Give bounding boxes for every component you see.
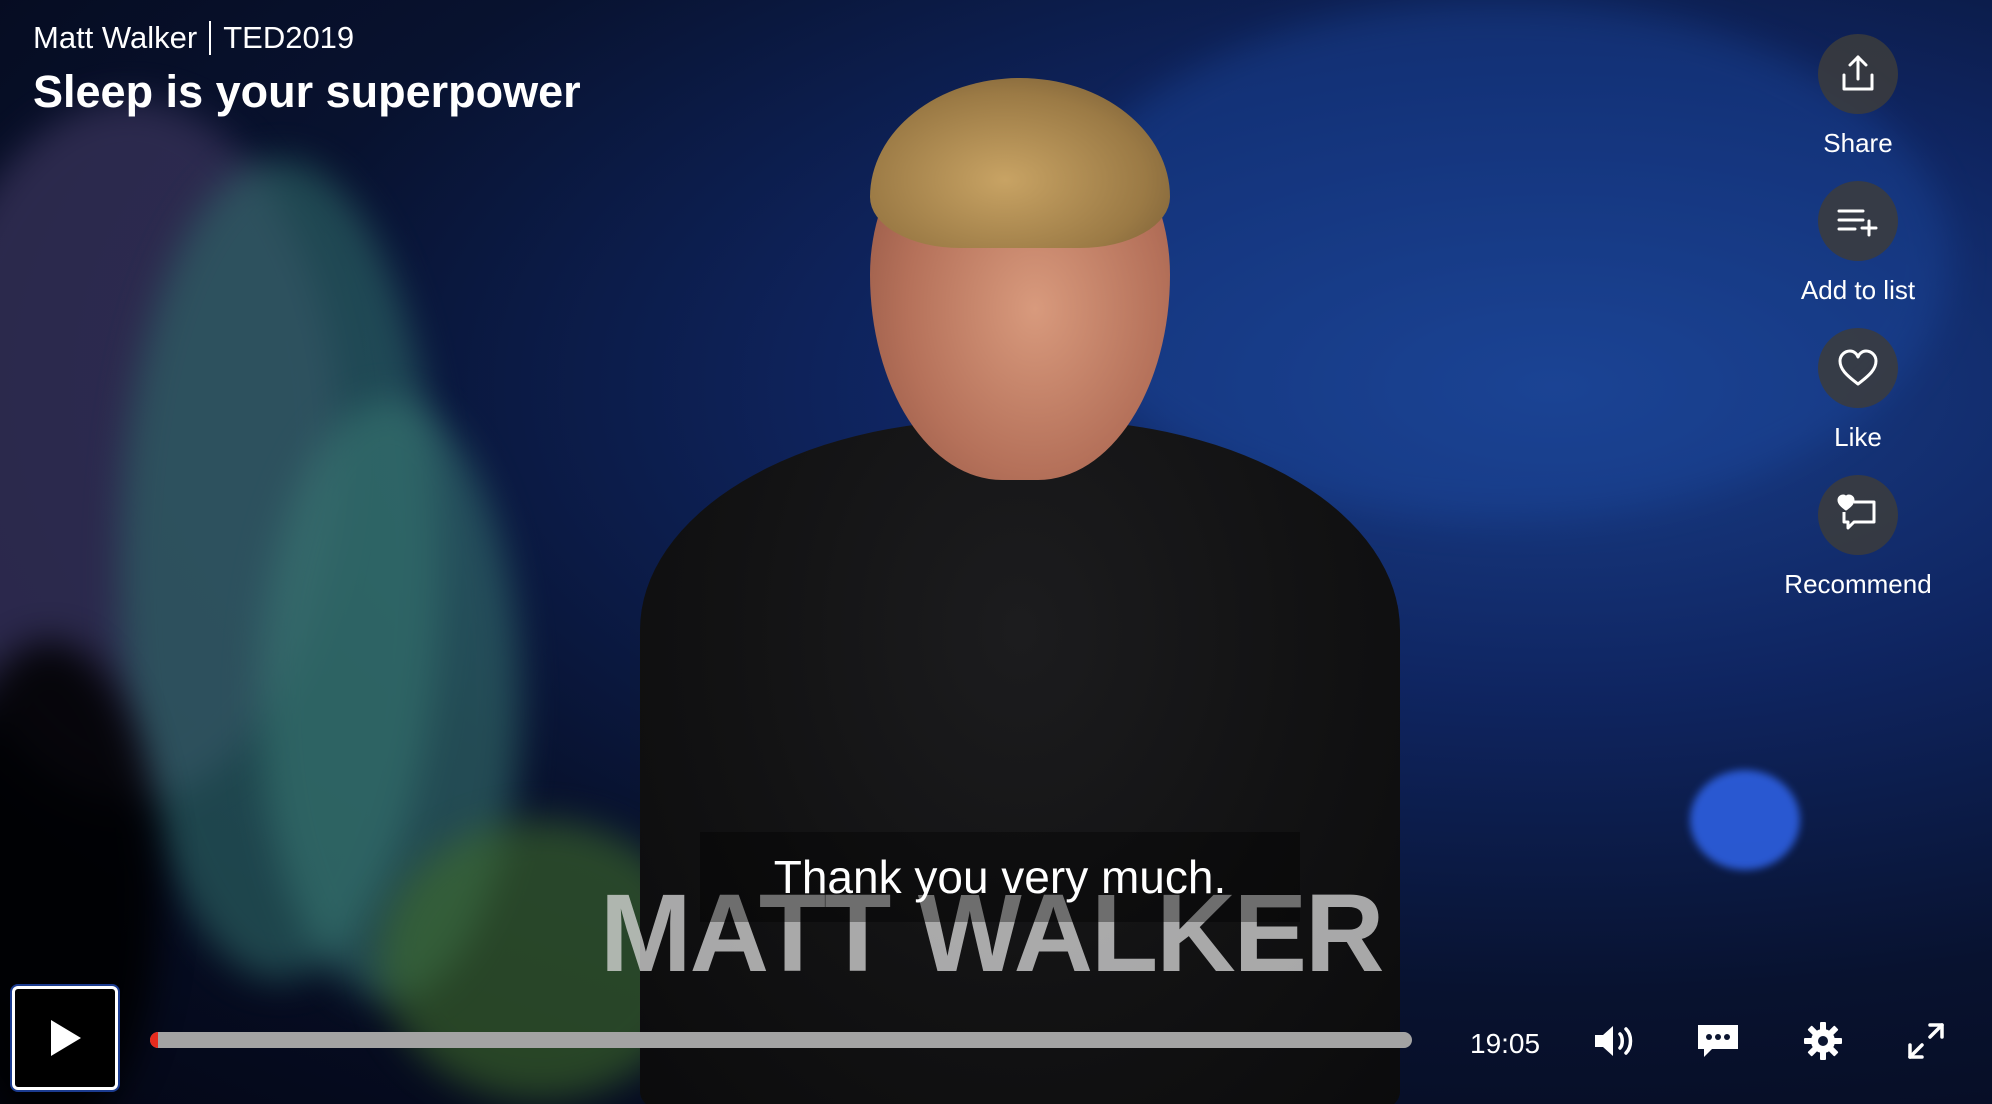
fullscreen-button[interactable]: [1898, 1016, 1954, 1066]
recommend-button[interactable]: Recommend: [1784, 475, 1932, 600]
add-to-list-button[interactable]: Add to list: [1801, 181, 1915, 306]
share-icon: [1818, 34, 1898, 114]
duration-label: 19:05: [1470, 1028, 1541, 1059]
play-icon: [51, 1020, 81, 1056]
subtitles-icon: [1698, 1025, 1738, 1057]
volume-button[interactable]: [1586, 1016, 1642, 1066]
speaker-hair: [870, 78, 1170, 248]
add-to-list-icon: [1817, 181, 1898, 261]
recommend-label: Recommend: [1784, 569, 1932, 599]
side-actions: Share Add to list Like Recommend: [1758, 34, 1958, 622]
subtitle-caption: Thank you very much.: [700, 832, 1300, 922]
share-label: Share: [1823, 128, 1893, 158]
progress-bar[interactable]: [150, 1032, 1412, 1048]
fullscreen-icon: [1908, 1023, 1944, 1059]
talk-info: Matt Walker TED2019 Sleep is your superp…: [33, 20, 581, 118]
speaker-name[interactable]: Matt Walker: [33, 20, 197, 56]
volume-icon: [1595, 1026, 1633, 1056]
subtitles-button[interactable]: [1690, 1016, 1746, 1066]
recommend-icon: [1818, 475, 1898, 555]
speaker-event-line: Matt Walker TED2019: [33, 20, 581, 56]
like-label: Like: [1834, 422, 1882, 452]
video-player[interactable]: MATT WALKER Matt Walker TED2019 Sleep is…: [0, 0, 1992, 1104]
share-button[interactable]: Share: [1818, 34, 1898, 159]
talk-title: Sleep is your superpower: [33, 66, 581, 117]
like-button[interactable]: Like: [1818, 328, 1898, 453]
separator: [209, 21, 212, 55]
video-frame: MATT WALKER: [0, 0, 1992, 1104]
add-to-list-label: Add to list: [1800, 275, 1916, 305]
event-name[interactable]: TED2019: [223, 20, 354, 56]
heart-icon: [1818, 328, 1898, 408]
settings-gear-icon: [1804, 1022, 1842, 1060]
progress-played: [150, 1032, 158, 1048]
play-button[interactable]: [12, 986, 118, 1090]
player-controls: 19:05: [0, 984, 1992, 1094]
settings-button[interactable]: [1795, 1016, 1851, 1066]
